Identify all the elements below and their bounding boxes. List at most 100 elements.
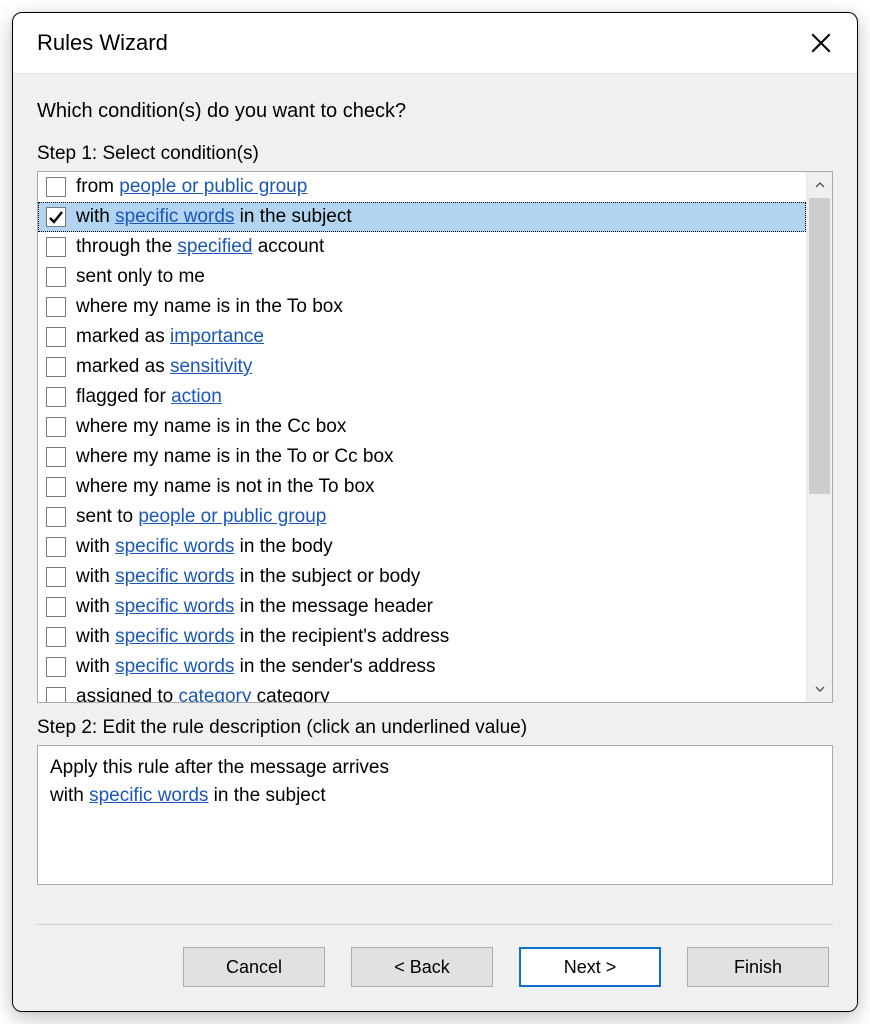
condition-text: where my name is in the Cc box <box>76 413 346 441</box>
back-button[interactable]: < Back <box>351 947 493 987</box>
condition-row[interactable]: flagged for action <box>38 382 806 412</box>
condition-row[interactable]: through the specified account <box>38 232 806 262</box>
cancel-button[interactable]: Cancel <box>183 947 325 987</box>
condition-row[interactable]: with specific words in the subject <box>38 202 806 232</box>
scroll-up-button[interactable] <box>807 172 832 198</box>
close-button[interactable] <box>805 27 837 59</box>
condition-text-fragment: where my name is not in the To box <box>76 476 375 497</box>
condition-text: sent to people or public group <box>76 503 326 531</box>
condition-text-fragment: with <box>76 596 115 617</box>
condition-row[interactable]: marked as importance <box>38 322 806 352</box>
condition-row[interactable]: with specific words in the sender's addr… <box>38 652 806 682</box>
condition-checkbox[interactable] <box>46 657 66 677</box>
condition-row[interactable]: where my name is in the Cc box <box>38 412 806 442</box>
condition-link[interactable]: specific words <box>115 536 234 557</box>
condition-text-fragment: marked as <box>76 356 170 377</box>
condition-text: with specific words in the subject or bo… <box>76 563 420 591</box>
condition-row[interactable]: with specific words in the recipient's a… <box>38 622 806 652</box>
condition-row[interactable]: where my name is in the To or Cc box <box>38 442 806 472</box>
condition-row[interactable]: sent to people or public group <box>38 502 806 532</box>
condition-text-fragment: in the sender's address <box>234 656 435 677</box>
condition-text-fragment: in the subject <box>234 206 351 227</box>
rule-desc-link-specific-words[interactable]: specific words <box>89 785 208 806</box>
rule-description-line: with specific words in the subject <box>50 782 820 810</box>
condition-checkbox[interactable] <box>46 207 66 227</box>
condition-link[interactable]: specified <box>177 236 252 257</box>
condition-link[interactable]: people or public group <box>138 506 326 527</box>
scroll-down-button[interactable] <box>807 676 832 702</box>
condition-text: where my name is in the To or Cc box <box>76 443 394 471</box>
condition-text-fragment: through the <box>76 236 177 257</box>
condition-checkbox[interactable] <box>46 687 66 702</box>
condition-link[interactable]: action <box>171 386 222 407</box>
condition-text-fragment: in the subject or body <box>234 566 420 587</box>
scroll-thumb[interactable] <box>809 198 830 494</box>
condition-checkbox[interactable] <box>46 477 66 497</box>
condition-link[interactable]: sensitivity <box>170 356 252 377</box>
condition-checkbox[interactable] <box>46 297 66 317</box>
condition-text: with specific words in the message heade… <box>76 593 433 621</box>
condition-text: marked as sensitivity <box>76 353 252 381</box>
condition-link[interactable]: specific words <box>115 566 234 587</box>
condition-text-fragment: with <box>76 566 115 587</box>
condition-checkbox[interactable] <box>46 447 66 467</box>
condition-link[interactable]: specific words <box>115 626 234 647</box>
condition-text-fragment: in the message header <box>234 596 433 617</box>
close-icon <box>811 33 831 53</box>
finish-button[interactable]: Finish <box>687 947 829 987</box>
condition-row[interactable]: where my name is in the To box <box>38 292 806 322</box>
rule-desc-text: in the subject <box>208 785 325 806</box>
condition-text-fragment: category <box>251 686 329 702</box>
condition-text-fragment: marked as <box>76 326 170 347</box>
condition-row[interactable]: from people or public group <box>38 172 806 202</box>
condition-checkbox[interactable] <box>46 627 66 647</box>
condition-row[interactable]: where my name is not in the To box <box>38 472 806 502</box>
condition-link[interactable]: specific words <box>115 656 234 677</box>
condition-row[interactable]: marked as sensitivity <box>38 352 806 382</box>
scrollbar[interactable] <box>806 172 832 702</box>
footer-separator <box>37 924 833 925</box>
condition-checkbox[interactable] <box>46 417 66 437</box>
conditions-listbox[interactable]: from people or public groupwith specific… <box>37 171 833 703</box>
condition-row[interactable]: sent only to me <box>38 262 806 292</box>
button-row: Cancel < Back Next > Finish <box>37 947 833 991</box>
condition-link[interactable]: specific words <box>115 596 234 617</box>
condition-text-fragment: with <box>76 626 115 647</box>
condition-text-fragment: from <box>76 176 119 197</box>
condition-link[interactable]: category <box>178 686 251 702</box>
rule-description-box: Apply this rule after the message arrive… <box>37 745 833 885</box>
step1-label: Step 1: Select condition(s) <box>37 143 833 165</box>
condition-text: through the specified account <box>76 233 324 261</box>
condition-checkbox[interactable] <box>46 327 66 347</box>
condition-link[interactable]: specific words <box>115 206 234 227</box>
condition-checkbox[interactable] <box>46 267 66 287</box>
step2-label: Step 2: Edit the rule description (click… <box>37 717 833 739</box>
condition-text-fragment: in the body <box>234 536 332 557</box>
scroll-track[interactable] <box>807 198 832 676</box>
condition-link[interactable]: importance <box>170 326 264 347</box>
condition-checkbox[interactable] <box>46 387 66 407</box>
condition-text: where my name is not in the To box <box>76 473 375 501</box>
condition-text: with specific words in the subject <box>76 203 352 231</box>
chevron-down-icon <box>815 684 825 694</box>
condition-checkbox[interactable] <box>46 597 66 617</box>
condition-row[interactable]: with specific words in the body <box>38 532 806 562</box>
condition-checkbox[interactable] <box>46 537 66 557</box>
condition-text: where my name is in the To box <box>76 293 343 321</box>
condition-text-fragment: in the recipient's address <box>234 626 449 647</box>
condition-link[interactable]: people or public group <box>119 176 307 197</box>
condition-row[interactable]: with specific words in the subject or bo… <box>38 562 806 592</box>
next-button[interactable]: Next > <box>519 947 661 987</box>
rules-wizard-dialog: Rules Wizard Which condition(s) do you w… <box>12 12 858 1012</box>
condition-checkbox[interactable] <box>46 237 66 257</box>
condition-checkbox[interactable] <box>46 507 66 527</box>
chevron-up-icon <box>815 180 825 190</box>
condition-checkbox[interactable] <box>46 357 66 377</box>
condition-row[interactable]: assigned to category category <box>38 682 806 702</box>
rule-desc-text: with <box>50 785 89 806</box>
titlebar: Rules Wizard <box>13 13 857 73</box>
condition-checkbox[interactable] <box>46 567 66 587</box>
condition-text: flagged for action <box>76 383 222 411</box>
condition-row[interactable]: with specific words in the message heade… <box>38 592 806 622</box>
condition-checkbox[interactable] <box>46 177 66 197</box>
